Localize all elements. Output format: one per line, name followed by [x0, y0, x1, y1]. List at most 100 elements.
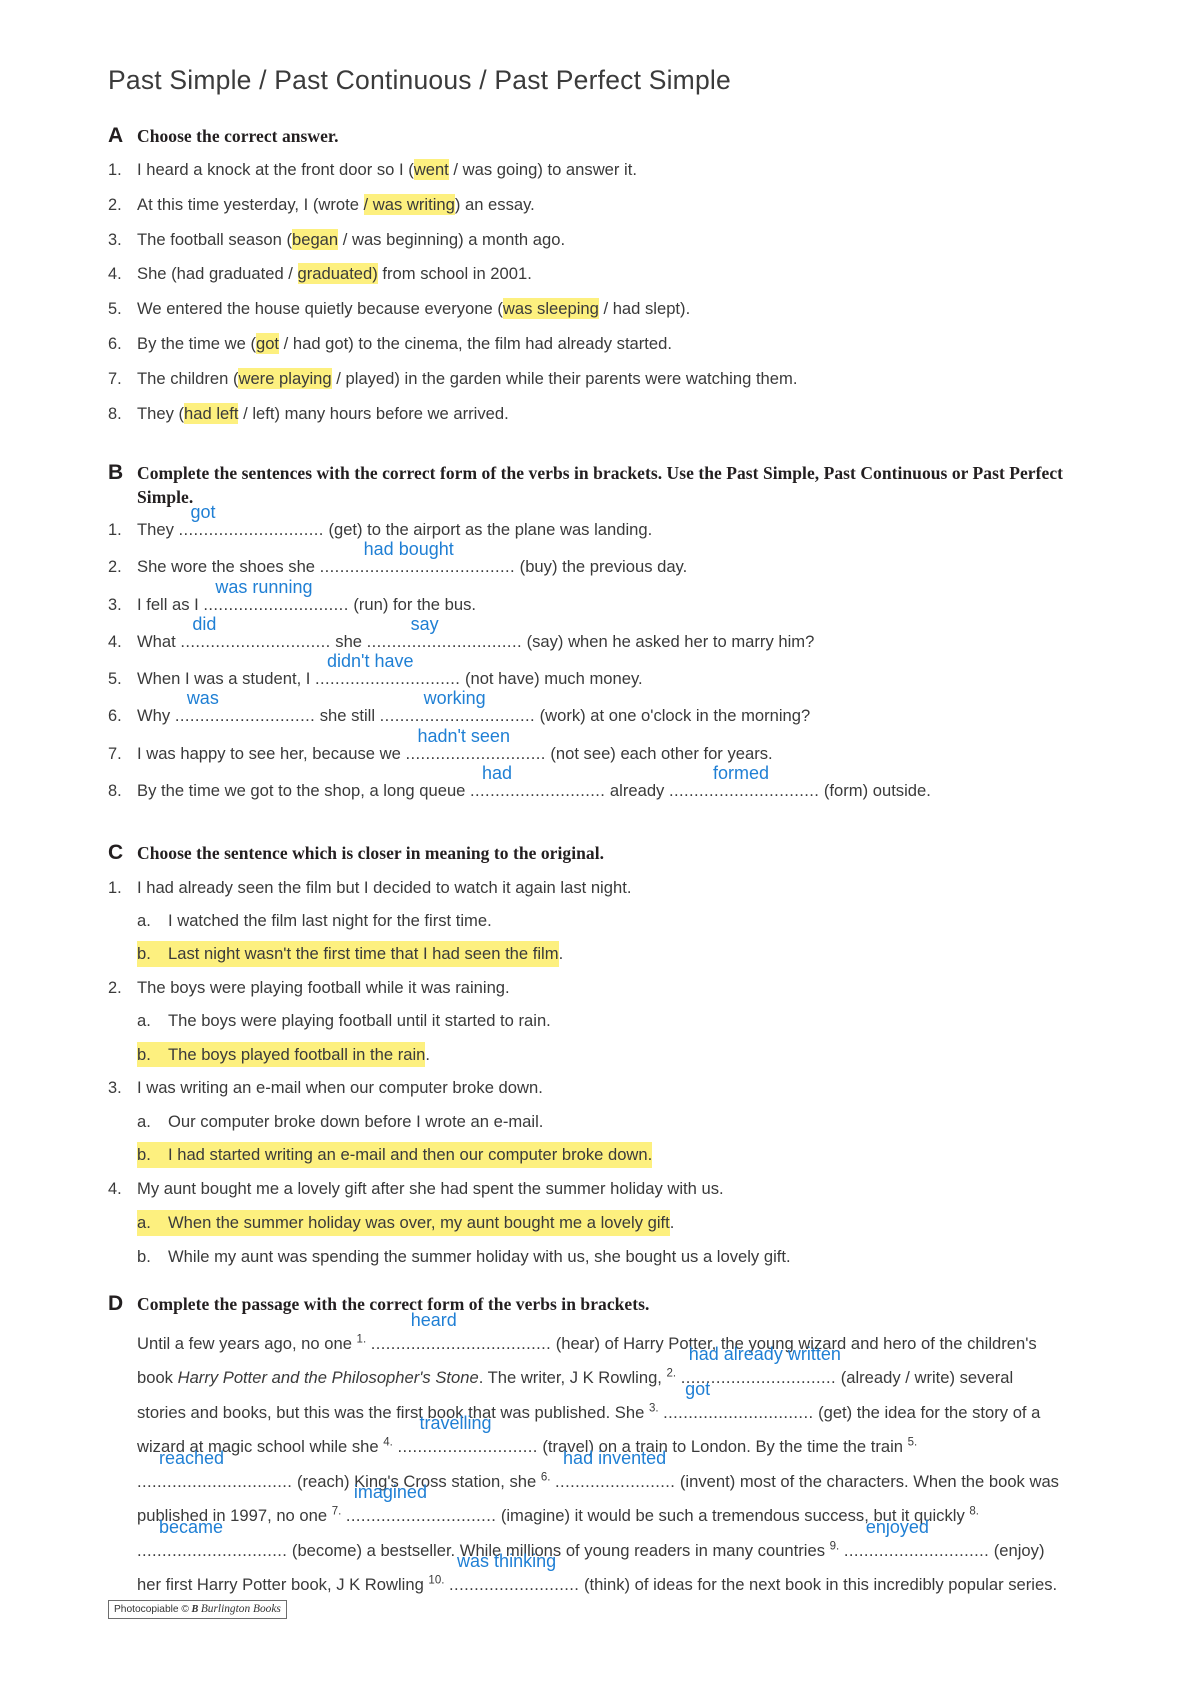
section-c-items: 1. I had already seen the film but I deci… — [108, 876, 1092, 1269]
exercise-a-item: 8. They (had left / left) many hours befo… — [108, 402, 1092, 426]
option-text: I watched the film last night for the fi… — [168, 910, 492, 930]
answer-blank[interactable]: .............................. did — [180, 615, 330, 654]
highlighted-option[interactable]: a. When the summer holiday was over, my a… — [137, 1210, 670, 1236]
section-d-letter: D — [108, 1292, 124, 1316]
exercise-a-item: 3. The football season (began / was begin… — [108, 228, 1092, 252]
blank-number: 4. — [383, 1436, 393, 1449]
dotted-line: ............................. — [315, 669, 461, 689]
book-title: Harry Potter and the Philosopher's Stone — [177, 1368, 479, 1388]
section-c-heading: C Choose the sentence which is closer in… — [108, 840, 1092, 866]
item-prompt: The boys were playing football while it … — [137, 978, 510, 997]
blank-number: 1. — [356, 1332, 367, 1345]
footer-publisher: Burlington Books — [200, 1603, 281, 1615]
highlighted-answer[interactable]: began — [291, 228, 339, 250]
option-row[interactable]: b. Last night wasn't the first time that … — [137, 941, 1092, 967]
answer-blank[interactable]: ............................. got — [179, 503, 324, 542]
dotted-line: ....................................... — [319, 557, 516, 577]
answer-blank[interactable]: ........................... had — [470, 764, 605, 803]
answer-blank[interactable]: ............................. enjoyed — [844, 1518, 989, 1569]
item-number: 4. — [108, 265, 122, 284]
handwritten-answer: heard — [410, 1309, 457, 1330]
option-tail: . — [669, 1213, 675, 1233]
dotted-line: .............................. — [663, 1402, 814, 1422]
answer-blank[interactable]: .............................. got — [663, 1380, 814, 1431]
highlighted-answer[interactable]: had left — [184, 402, 239, 424]
answer-blank[interactable]: ........................ had invented — [555, 1449, 676, 1500]
item-text: The football season (began / was beginni… — [137, 228, 566, 250]
item-number: 3. — [108, 1079, 122, 1098]
option-list: a. I watched the film last night for the … — [108, 909, 1092, 967]
section-d-heading: D Complete the passage with the correct … — [108, 1291, 1092, 1317]
answer-blank[interactable]: ............................... say — [366, 615, 522, 654]
item-text: I fell as I ............................… — [137, 578, 1092, 617]
exercise-b-item: 2. She wore the shoes she ...............… — [108, 540, 1092, 579]
answer-blank[interactable]: ............................ was — [174, 689, 316, 728]
highlighted-option[interactable]: b. Last night wasn't the first time that … — [137, 941, 559, 967]
dotted-line: ............................... — [366, 631, 522, 651]
answer-blank[interactable]: .................................... hear… — [371, 1311, 551, 1362]
highlighted-answer[interactable]: graduated) — [297, 263, 378, 285]
option-row[interactable]: a. When the summer holiday was over, my a… — [137, 1210, 1092, 1236]
dotted-line: ........................ — [555, 1471, 676, 1491]
section-d-passage: Until a few years ago, no one 1. .......… — [137, 1311, 1065, 1603]
blank-number: 6. — [540, 1470, 551, 1483]
section-c-letter: C — [108, 841, 124, 865]
dotted-line: ............................ — [174, 706, 316, 726]
blank-number: 10. — [428, 1574, 445, 1587]
option-letter: a. — [137, 1011, 151, 1031]
exercise-a-item: 2. At this time yesterday, I (wrote / was… — [108, 193, 1092, 217]
section-b-instruction: Complete the sentences with the correct … — [137, 463, 1064, 507]
option-text: Our computer broke down before I wrote a… — [168, 1111, 544, 1131]
section-c: C Choose the sentence which is closer in… — [108, 840, 1092, 1268]
item-number: 2. — [108, 979, 122, 997]
answer-blank[interactable]: .......................... was thinking — [449, 1552, 580, 1603]
option-letter: b. — [137, 1145, 151, 1165]
exercise-b-item: 6. Why ............................ was sh… — [108, 689, 1092, 728]
exercise-c-item: 2. The boys were playing football while i… — [108, 976, 1092, 1068]
highlighted-option[interactable]: b. I had started writing an e-mail and th… — [137, 1142, 653, 1168]
answer-blank[interactable]: ............................ hadn't seen — [405, 727, 545, 766]
option-tail: . — [558, 944, 564, 964]
item-number: 2. — [108, 195, 122, 214]
page-title: Past Simple / Past Continuous / Past Per… — [108, 65, 731, 95]
blank-number: 5. — [907, 1436, 918, 1449]
exercise-c-item: 1. I had already seen the film but I deci… — [108, 876, 1092, 967]
option-row[interactable]: b. I had started writing an e-mail and th… — [137, 1142, 1092, 1168]
dotted-line: .......................... — [449, 1575, 580, 1595]
item-prompt: I was writing an e-mail when our compute… — [137, 1078, 543, 1098]
highlighted-answer[interactable]: got — [255, 333, 280, 355]
option-row[interactable]: a. Our computer broke down before I wrote… — [137, 1110, 1092, 1134]
item-text: At this time yesterday, I (wrote / was w… — [137, 193, 535, 215]
handwritten-answer: imagined — [353, 1482, 427, 1503]
item-number: 6. — [108, 335, 122, 354]
answer-blank[interactable]: ............................... working — [380, 689, 535, 728]
highlighted-answer[interactable]: was sleeping — [502, 298, 599, 320]
option-row[interactable]: b. While my aunt was spending the summer … — [137, 1245, 1092, 1269]
answer-blank[interactable]: ............................ travelling — [397, 1414, 538, 1465]
section-a-heading: A Choose the correct answer. — [108, 123, 1092, 149]
footer-prefix: Photocopiable — [114, 1604, 182, 1615]
option-tail: . — [425, 1044, 430, 1064]
handwritten-answer: didn't have — [327, 651, 414, 672]
highlighted-answer[interactable]: went — [413, 159, 449, 181]
option-row[interactable]: b. The boys played football in the rain. — [137, 1041, 1092, 1068]
highlighted-answer[interactable]: were playing — [238, 367, 332, 389]
answer-blank[interactable]: .............................. formed — [669, 764, 819, 803]
item-number: 6. — [108, 707, 122, 726]
item-text: What .............................. did s… — [137, 615, 1092, 654]
item-prompt: I had already seen the film but I decide… — [137, 877, 632, 897]
highlighted-option[interactable]: b. The boys played football in the rain — [137, 1041, 426, 1068]
answer-blank[interactable]: ............................. was running — [203, 578, 348, 617]
answer-blank[interactable]: ............................... reached — [137, 1449, 292, 1500]
answer-blank[interactable]: .............................. became — [137, 1518, 287, 1569]
dotted-line: ............................ — [397, 1437, 538, 1457]
section-c-instruction: Choose the sentence which is closer in m… — [137, 843, 605, 864]
option-row[interactable]: a. The boys were playing football until i… — [137, 1009, 1092, 1033]
item-number: 7. — [108, 369, 122, 388]
highlighted-answer[interactable]: / was writing — [363, 193, 455, 215]
answer-blank[interactable]: ............................. didn't have — [315, 652, 461, 691]
answer-blank[interactable]: .............................. imagined — [346, 1483, 496, 1534]
option-row[interactable]: a. I watched the film last night for the … — [137, 909, 1092, 933]
answer-blank[interactable]: ....................................... h… — [319, 540, 516, 579]
item-text: By the time we (got / had got) to the ci… — [137, 333, 672, 355]
